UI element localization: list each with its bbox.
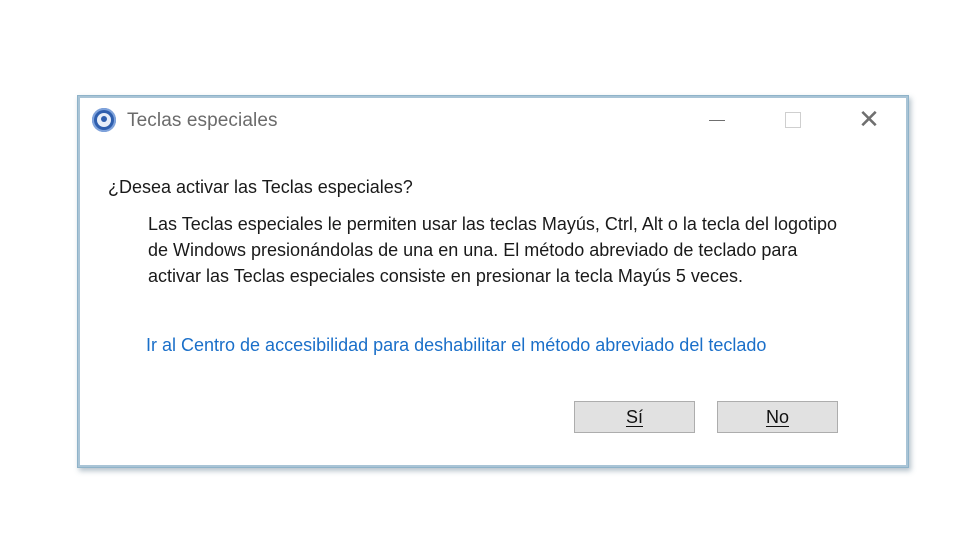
yes-button-label: Sí xyxy=(625,406,643,427)
title-bar[interactable]: Teclas especiales ✕ xyxy=(78,96,908,146)
maximize-button xyxy=(770,104,816,136)
close-icon: ✕ xyxy=(858,105,880,135)
maximize-icon xyxy=(785,112,801,128)
dialog-description: Las Teclas especiales le permiten usar l… xyxy=(148,214,838,286)
accessibility-icon xyxy=(92,108,116,132)
no-button[interactable]: No xyxy=(717,401,838,433)
minimize-icon xyxy=(709,119,725,121)
window-title: Teclas especiales xyxy=(127,110,278,131)
minimize-button[interactable] xyxy=(694,104,740,136)
dialog-question: ¿Desea activar las Teclas especiales? xyxy=(108,177,413,197)
sticky-keys-dialog: Teclas especiales ✕ ¿Desea activar las T… xyxy=(77,95,909,468)
yes-button[interactable]: Sí xyxy=(574,401,695,433)
no-button-label: No xyxy=(765,406,789,427)
accessibility-center-link[interactable]: Ir al Centro de accesibilidad para desha… xyxy=(146,335,766,356)
close-button[interactable]: ✕ xyxy=(846,104,892,136)
